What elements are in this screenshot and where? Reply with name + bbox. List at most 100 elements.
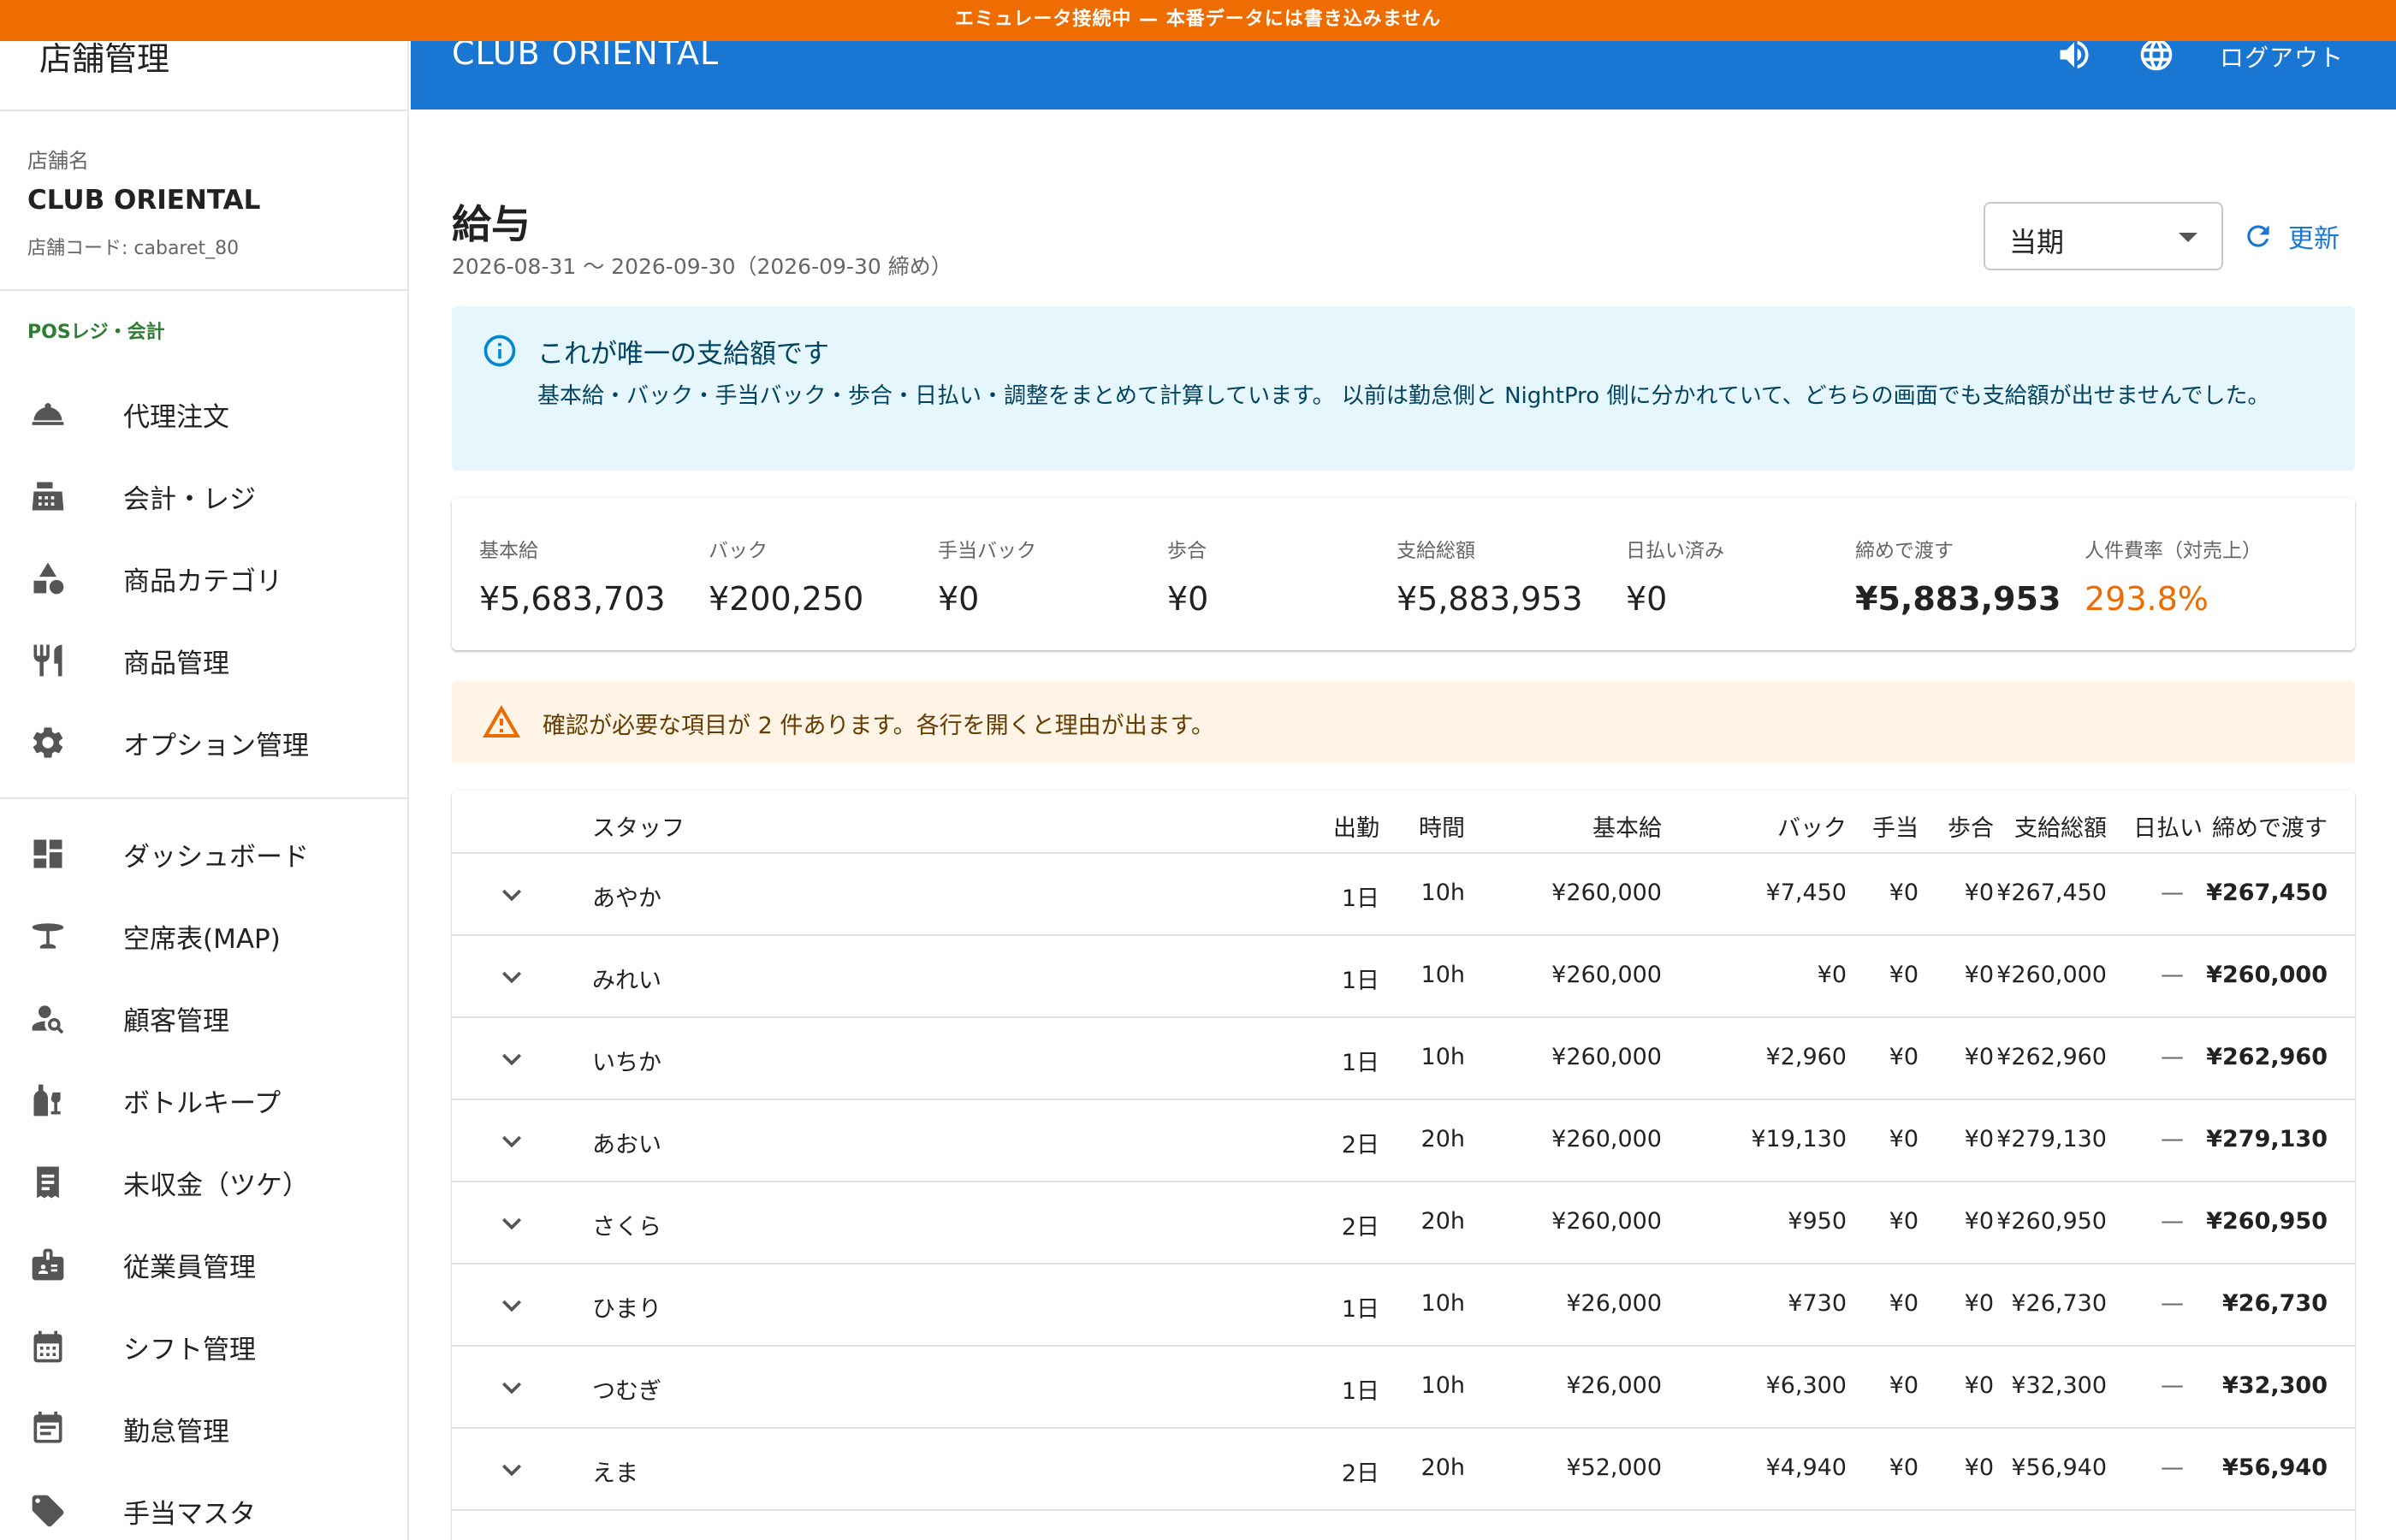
cell-total: ¥260,000 xyxy=(1996,962,2107,988)
refresh-button[interactable]: 更新 xyxy=(2242,216,2340,257)
sidebar-item-products[interactable]: 商品管理 xyxy=(0,626,409,695)
summary-label: 締めで渡す xyxy=(1855,540,1954,562)
cell-daily: — xyxy=(2161,1044,2184,1070)
sidebar-item-attendance[interactable]: 勤怠管理 xyxy=(0,1395,409,1463)
sidebar-item-label: 顧客管理 xyxy=(123,1005,229,1037)
header-base[interactable]: 基本給 xyxy=(1592,809,1662,843)
person-search-icon xyxy=(29,999,67,1037)
sidebar: 店舗管理 店舗名 CLUB ORIENTAL 店舗コード: cabaret_80… xyxy=(0,0,409,1540)
bottle-icon xyxy=(29,1081,67,1119)
header-back[interactable]: バック xyxy=(1777,809,1847,843)
table-row[interactable]: あおい 2日 20h ¥260,000 ¥19,130 ¥0 ¥0 ¥279,130— ¥279… xyxy=(452,1100,2355,1182)
header-net[interactable]: 締めで渡す xyxy=(2212,809,2328,843)
expand-chevron-icon[interactable] xyxy=(493,1287,531,1324)
summary-value: ¥0 xyxy=(938,580,980,618)
expand-chevron-icon[interactable] xyxy=(493,1205,531,1242)
table-row[interactable]: いちか 1日 10h ¥260,000 ¥2,960 ¥0 ¥0 ¥262,960— ¥262,… xyxy=(452,1018,2355,1100)
sidebar-item-label: オプション管理 xyxy=(123,730,309,761)
sidebar-divider xyxy=(0,289,409,291)
sidebar-item-seat-map[interactable]: 空席表(MAP) xyxy=(0,902,409,970)
expand-chevron-icon[interactable] xyxy=(493,1369,531,1407)
cell-days: 2日 xyxy=(1341,1214,1379,1241)
cell-base: ¥260,000 xyxy=(1551,1044,1662,1070)
info-title: これが唯一の支給額です xyxy=(537,339,829,370)
sidebar-item-register[interactable]: 会計・レジ xyxy=(0,462,409,530)
summary-commission: 歩合 ¥0 xyxy=(1167,534,1208,618)
sidebar-item-product-category[interactable]: 商品カテゴリ xyxy=(0,544,409,613)
cell-staff: ひまり xyxy=(592,1296,661,1323)
cell-commission: ¥0 xyxy=(1964,880,1994,906)
cell-commission: ¥0 xyxy=(1964,1454,1994,1481)
table-row[interactable]: つむぎ 1日 10h ¥26,000 ¥6,300 ¥0 ¥0 ¥32,300 — ¥32,300 xyxy=(452,1347,2355,1429)
sidebar-item-bottle-keep[interactable]: ボトルキープ xyxy=(0,1066,409,1134)
cell-days: 1日 xyxy=(1341,1296,1379,1323)
cell-allowance: ¥0 xyxy=(1889,1454,1919,1481)
summary-value: 293.8% xyxy=(2085,580,2209,618)
header-days[interactable]: 出勤 xyxy=(1333,809,1379,843)
cell-total: ¥260,950 xyxy=(1996,1208,2107,1235)
info-icon xyxy=(481,332,519,370)
expand-chevron-icon[interactable] xyxy=(493,1122,531,1160)
expand-chevron-icon[interactable] xyxy=(493,958,531,996)
sidebar-item-customers[interactable]: 顧客管理 xyxy=(0,984,409,1052)
cell-total: ¥267,450 xyxy=(1996,880,2107,906)
cell-staff: いちか xyxy=(592,1050,661,1076)
sidebar-item-options[interactable]: オプション管理 xyxy=(0,708,409,777)
header-staff[interactable]: スタッフ xyxy=(592,809,685,843)
cell-staff: つむぎ xyxy=(592,1378,661,1405)
warning-icon xyxy=(481,702,522,743)
sidebar-item-dashboard[interactable]: ダッシュボード xyxy=(0,820,409,888)
table-row[interactable]: あやか 1日 10h ¥260,000 ¥7,450 ¥0 ¥0 ¥267,450— ¥267,… xyxy=(452,854,2355,936)
summary-label: 人件費率（対売上） xyxy=(2085,540,2262,562)
caret-down-icon xyxy=(2179,233,2197,242)
sidebar-item-proxy-order[interactable]: 代理注文 xyxy=(0,380,409,448)
cell-commission: ¥0 xyxy=(1964,962,1994,988)
category-icon xyxy=(29,560,67,597)
sidebar-item-employees[interactable]: 従業員管理 xyxy=(0,1230,409,1299)
summary-daily-paid: 日払い済み ¥0 xyxy=(1626,534,1724,618)
volume-icon[interactable] xyxy=(2055,36,2093,74)
period-select[interactable]: 当期 xyxy=(1984,202,2223,270)
expand-chevron-icon[interactable] xyxy=(493,1040,531,1078)
sidebar-item-shifts[interactable]: シフト管理 xyxy=(0,1312,409,1381)
header-allowance[interactable]: 手当 xyxy=(1872,809,1919,843)
sidebar-item-label: 代理注文 xyxy=(123,401,229,433)
summary-allowance-back: 手当バック ¥0 xyxy=(938,534,1036,618)
shop-code: 店舗コード: cabaret_80 xyxy=(27,238,240,259)
summary-base: 基本給 ¥5,683,703 xyxy=(479,534,666,618)
sidebar-item-allowance-master[interactable]: 手当マスタ xyxy=(0,1477,409,1540)
header-hours[interactable]: 時間 xyxy=(1419,809,1465,843)
cell-back: ¥730 xyxy=(1788,1290,1847,1317)
sidebar-item-label: 商品管理 xyxy=(123,648,229,679)
sidebar-item-label: 勤怠管理 xyxy=(123,1416,229,1448)
logout-button[interactable]: ログアウト xyxy=(2220,39,2344,74)
cell-staff: あやか xyxy=(592,886,661,912)
header-total[interactable]: 支給総額 xyxy=(2014,809,2107,843)
cell-net: ¥267,450 xyxy=(2206,880,2328,906)
summary-label: 支給総額 xyxy=(1397,540,1475,562)
cell-hours: 10h xyxy=(1420,1290,1465,1317)
expand-chevron-icon[interactable] xyxy=(493,1451,531,1489)
table-row[interactable]: さくら 2日 20h ¥260,000 ¥950 ¥0 ¥0 ¥260,950— ¥260,95… xyxy=(452,1182,2355,1265)
period-select-value: 当期 xyxy=(2009,226,2065,258)
cell-commission: ¥0 xyxy=(1964,1208,1994,1235)
sidebar-section-pos: POSレジ・会計 xyxy=(27,322,165,343)
cell-staff: あおい xyxy=(592,1132,661,1158)
header-commission[interactable]: 歩合 xyxy=(1948,809,1994,843)
refresh-icon xyxy=(2247,225,2269,247)
table-row[interactable]: えま 2日 20h ¥52,000 ¥4,940 ¥0 ¥0 ¥56,940 — ¥56,940 xyxy=(452,1429,2355,1511)
globe-icon[interactable] xyxy=(2138,36,2175,74)
cell-days: 2日 xyxy=(1341,1132,1379,1158)
receipt-icon xyxy=(29,1164,67,1201)
cell-net: ¥279,130 xyxy=(2206,1126,2328,1152)
sidebar-item-receivables[interactable]: 未収金（ツケ） xyxy=(0,1148,409,1217)
expand-chevron-icon[interactable] xyxy=(493,876,531,914)
cell-commission: ¥0 xyxy=(1964,1372,1994,1399)
tag-icon xyxy=(29,1492,67,1530)
table-row[interactable]: ひまり 1日 10h ¥26,000 ¥730 ¥0 ¥0 ¥26,730 — ¥26,730 xyxy=(452,1265,2355,1347)
cell-total: ¥32,300 xyxy=(2011,1372,2107,1399)
header-daily[interactable]: 日払い xyxy=(2133,809,2203,843)
cell-daily: — xyxy=(2161,1126,2184,1152)
sidebar-divider xyxy=(0,797,409,799)
table-row[interactable]: みれい 1日 10h ¥260,000 ¥0 ¥0 ¥0 ¥260,000— ¥260,000 xyxy=(452,936,2355,1018)
